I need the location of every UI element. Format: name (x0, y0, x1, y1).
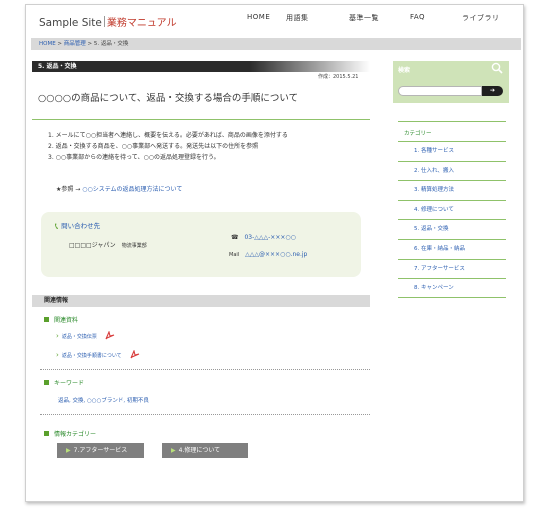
nav-glossary[interactable]: 用語集 (286, 13, 309, 23)
search-submit-button[interactable]: ➔ (482, 86, 503, 96)
section-header-bar: 5. 返品・交換 (32, 61, 370, 72)
category-item[interactable]: 1. 各種サービス (398, 141, 506, 161)
contact-heading: 問い合わせ先 (61, 222, 101, 230)
material-link-row[interactable]: › 返品・交換伝票 (56, 331, 115, 340)
breadcrumb-parent[interactable]: 商品管理 (64, 41, 86, 47)
bullet-square-icon (44, 317, 49, 322)
contact-mail[interactable]: △△△@×××○○.ne.jp (245, 251, 307, 258)
nav-standards[interactable]: 基準一覧 (349, 13, 379, 23)
bar-fade (250, 61, 370, 72)
category-heading: 情報カテゴリー (54, 431, 97, 438)
search-box: 検索 ➔ (393, 61, 509, 103)
related-info-bar: 関連情報 (32, 295, 370, 307)
created-date: 作成：2015.5.21 (318, 74, 359, 80)
category-heading-row: 情報カテゴリー (44, 429, 96, 438)
nav-library[interactable]: ライブラリ (462, 13, 500, 23)
materials-heading-row: 関連資料 (44, 315, 78, 324)
nav-home[interactable]: HOME (247, 13, 270, 21)
search-icon (491, 62, 503, 74)
contact-mail-row: Mail △△△@×××○○.ne.jp (229, 251, 307, 258)
nav-faq[interactable]: FAQ (410, 13, 425, 21)
category-item[interactable]: 3. 精算処理方法 (398, 180, 506, 200)
chevron-right-icon: › (56, 332, 59, 340)
logo-divider (103, 16, 105, 27)
category-item[interactable]: 6. 在庫・納品・納品 (398, 238, 506, 259)
section-label: 5. 返品・交換 (38, 63, 77, 70)
mail-label: Mail (229, 252, 240, 258)
breadcrumb-sep: > (55, 41, 64, 47)
category-top-rule (398, 121, 506, 122)
category-button-repair[interactable]: ▶ 4.修理について (162, 443, 248, 458)
material-link[interactable]: 返品・交換伝票 (62, 334, 97, 340)
category-item[interactable]: 4. 修理について (398, 199, 506, 220)
chevron-right-icon: › (56, 351, 59, 359)
category-button-label: 7.アフターサービス (73, 447, 128, 454)
contact-org: □□□□ジャパン (69, 242, 116, 249)
material-link[interactable]: 返品・交換手順書について (62, 353, 122, 359)
category-item[interactable]: 8. キャンペーン (398, 278, 506, 298)
contact-tel[interactable]: 03-△△△-×××○○ (244, 234, 295, 241)
breadcrumb: HOME > 商品管理 > 5. 返品・交換 (31, 38, 521, 50)
materials-heading: 関連資料 (54, 317, 79, 324)
procedure-steps: 1. メールにて○○担当者へ連絡し、概要を伝える。必要があれば、商品の画像を添付… (48, 130, 288, 163)
step-item: 3. ○○事業部からの連絡を待って、○○の返品処理登録を行う。 (48, 154, 220, 161)
keywords-heading-row: キーワード (44, 378, 84, 387)
site-header: Sample Site 業務マニュアル HOME 用語集 基準一覧 FAQ ライブ… (26, 5, 523, 35)
contact-org-row: □□□□ジャパン 物流事業部 (69, 240, 147, 249)
category-item[interactable]: 5. 返品・交換 (398, 219, 506, 239)
step-item: 2. 返品・交換する商品を、○○事業部へ発送する。発送先は以下の住所を参照 (48, 143, 259, 150)
logo-sub: 業務マニュアル (106, 18, 177, 29)
search-input[interactable] (398, 86, 482, 96)
logo-main: Sample Site (39, 17, 102, 29)
breadcrumb-current: 5. 返品・交換 (93, 41, 129, 47)
dotted-divider (40, 414, 370, 415)
telephone-icon: ☎ (231, 234, 239, 241)
contact-panel: 📞︎ 問い合わせ先 □□□□ジャパン 物流事業部 ☎ 03-△△△-×××○○ Mai… (41, 212, 361, 277)
site-logo[interactable]: Sample Site 業務マニュアル (39, 14, 177, 29)
reference-line: ★参照 → ○○システムの返品処理方法について (56, 184, 182, 193)
page-frame: Sample Site 業務マニュアル HOME 用語集 基準一覧 FAQ ライブ… (25, 4, 524, 502)
category-button-after-service[interactable]: ▶ 7.アフターサービス (57, 443, 144, 458)
title-underline (32, 119, 370, 120)
triangle-right-icon: ▶ (171, 447, 176, 454)
contact-tel-row: ☎ 03-△△△-×××○○ (231, 234, 296, 241)
category-list: 1. 各種サービス 2. 仕入れ、搬入 3. 精算処理方法 4. 修理について … (398, 141, 506, 298)
contact-heading-row: 📞︎ 問い合わせ先 (55, 220, 100, 232)
breadcrumb-sep: > (85, 41, 94, 47)
search-label: 検索 (398, 67, 411, 74)
triangle-right-icon: ▶ (66, 447, 71, 454)
category-item[interactable]: 7. アフターサービス (398, 258, 506, 279)
category-button-label: 4.修理について (178, 447, 221, 454)
category-title: カテゴリー (404, 131, 432, 137)
reference-link[interactable]: ○○システムの返品処理方法について (82, 186, 182, 193)
step-item: 1. メールにて○○担当者へ連絡し、概要を伝える。必要があれば、商品の画像を添付… (48, 132, 288, 139)
bullet-square-icon (44, 431, 49, 436)
dotted-divider (40, 369, 370, 370)
reference-prefix: ★参照 → (56, 186, 81, 193)
contact-dept: 物流事業部 (121, 243, 147, 249)
bullet-square-icon (44, 380, 49, 385)
material-link-row[interactable]: › 返品・交換手順書について (56, 350, 140, 359)
category-item[interactable]: 2. 仕入れ、搬入 (398, 160, 506, 181)
pdf-icon[interactable] (105, 331, 115, 340)
pdf-icon[interactable] (130, 350, 140, 359)
breadcrumb-home[interactable]: HOME (39, 41, 56, 47)
keywords-heading: キーワード (54, 380, 85, 387)
keyword-list[interactable]: 返品, 交換, ○○○ブランド, 初期不良 (58, 396, 149, 404)
page-title: ○○○○の商品について、返品・交換する場合の手順について (38, 93, 299, 104)
phone-icon: 📞︎ (55, 222, 59, 232)
